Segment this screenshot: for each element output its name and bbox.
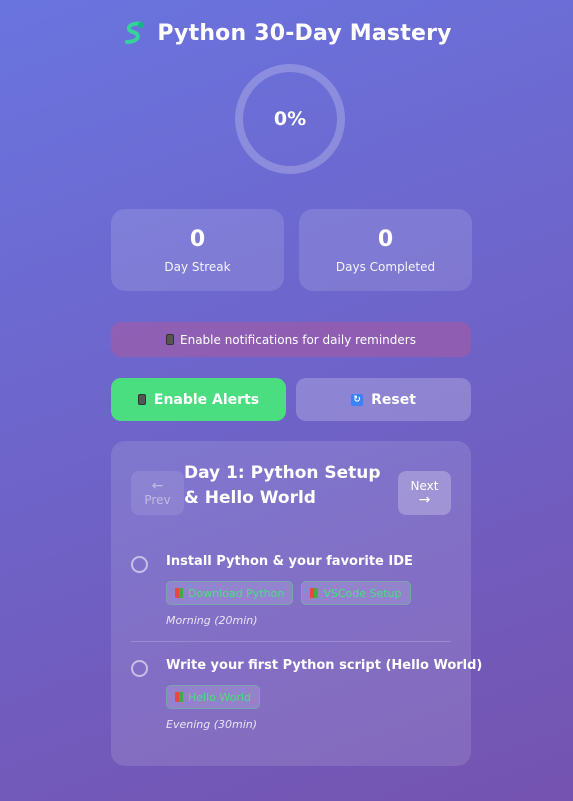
resource-links: Hello World [166, 685, 260, 709]
left-arrow-icon: ← [151, 478, 164, 494]
prev-day-button[interactable]: ← Prev [131, 471, 184, 515]
notification-banner: Enable notifications for daily reminders [111, 322, 471, 357]
day-title: Day 1: Python Setup & Hello World [184, 463, 381, 508]
next-label: Next [410, 479, 439, 493]
streak-label: Day Streak [164, 259, 231, 274]
resource-link-vscode-setup[interactable]: VSCode Setup [301, 581, 411, 605]
enable-alerts-label: Enable Alerts [153, 391, 260, 408]
task-text: Install Python & your favorite IDE [166, 554, 413, 569]
next-day-button[interactable]: Next → [398, 471, 451, 515]
resource-label: VSCode Setup [323, 586, 402, 600]
reset-label: Reset [371, 391, 416, 408]
prev-label: Prev [144, 493, 171, 507]
divider [131, 641, 451, 642]
resource-links: Download Python VSCode Setup [166, 581, 411, 605]
completed-label: Days Completed [335, 259, 436, 274]
enable-alerts-button[interactable]: Enable Alerts [111, 378, 286, 421]
task-checkbox[interactable] [131, 556, 148, 573]
book-icon [175, 588, 183, 598]
task-time: Evening (30min) [166, 718, 258, 731]
completed-stat-card: 0 Days Completed [299, 209, 472, 291]
resource-link-hello-world[interactable]: Hello World [166, 685, 260, 709]
progress-ring: 0% [235, 64, 345, 174]
phone-icon [166, 334, 174, 345]
task-text: Write your first Python script (Hello Wo… [166, 658, 483, 673]
right-arrow-icon: → [418, 492, 431, 508]
progress-percent: 0% [273, 108, 307, 130]
day-card: ← Prev Day 1: Python Setup & Hello World… [111, 441, 482, 766]
streak-value: 0 [189, 226, 206, 252]
phone-icon [137, 394, 146, 405]
streak-stat-card: 0 Day Streak [111, 209, 284, 291]
task-checkbox[interactable] [131, 660, 148, 677]
app-header: Python 30-Day Mastery [0, 20, 573, 46]
resource-label: Download Python [188, 586, 285, 600]
book-icon [310, 588, 319, 598]
completed-value: 0 [377, 226, 394, 252]
task-time: Morning (20min) [166, 614, 258, 627]
page-title: Python 30-Day Mastery [157, 20, 452, 46]
refresh-icon: ↻ [351, 393, 364, 406]
resource-link-download-python[interactable]: Download Python [166, 581, 294, 605]
reset-button[interactable]: ↻ Reset [296, 378, 471, 421]
notification-text: Enable notifications for daily reminders [180, 332, 416, 347]
snake-icon [125, 21, 145, 44]
resource-label: Hello World [188, 690, 251, 704]
book-icon [175, 692, 183, 702]
